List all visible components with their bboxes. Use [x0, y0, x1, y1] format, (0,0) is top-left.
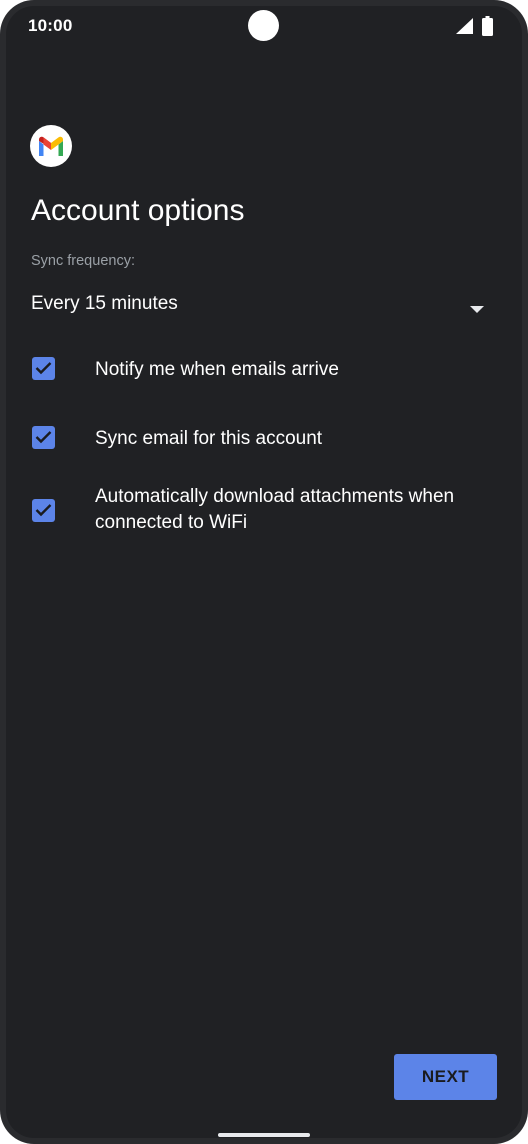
- phone-frame: 10:00 Account options Sync frequency: Ev…: [0, 0, 528, 1144]
- dropdown-arrow-icon: [470, 300, 484, 318]
- option-notify-row[interactable]: Notify me when emails arrive: [31, 347, 501, 395]
- notify-checkbox[interactable]: [32, 357, 55, 380]
- home-indicator[interactable]: [218, 1133, 310, 1137]
- notify-label: Notify me when emails arrive: [95, 359, 339, 380]
- screen: 10:00 Account options Sync frequency: Ev…: [6, 6, 522, 1138]
- battery-full-icon: [482, 16, 493, 41]
- sync-email-label: Sync email for this account: [95, 428, 323, 449]
- status-bar: 10:00: [6, 6, 522, 50]
- auto-download-checkbox[interactable]: [32, 499, 55, 522]
- auto-download-label: Automatically download attachments when …: [95, 486, 455, 533]
- front-camera: [248, 10, 279, 41]
- page-title: Account options: [31, 194, 245, 227]
- cellular-signal-icon: [456, 18, 474, 39]
- sync-frequency-value: Every 15 minutes: [31, 293, 178, 314]
- next-button[interactable]: NEXT: [394, 1054, 497, 1100]
- option-auto-download-row[interactable]: Automatically download attachments when …: [31, 480, 501, 544]
- option-sync-email-row[interactable]: Sync email for this account: [31, 416, 501, 464]
- status-time: 10:00: [28, 16, 73, 35]
- sync-email-checkbox[interactable]: [32, 426, 55, 449]
- gmail-logo-icon: [30, 125, 72, 167]
- sync-frequency-label: Sync frequency:: [31, 253, 135, 269]
- sync-frequency-dropdown[interactable]: Every 15 minutes: [31, 284, 496, 324]
